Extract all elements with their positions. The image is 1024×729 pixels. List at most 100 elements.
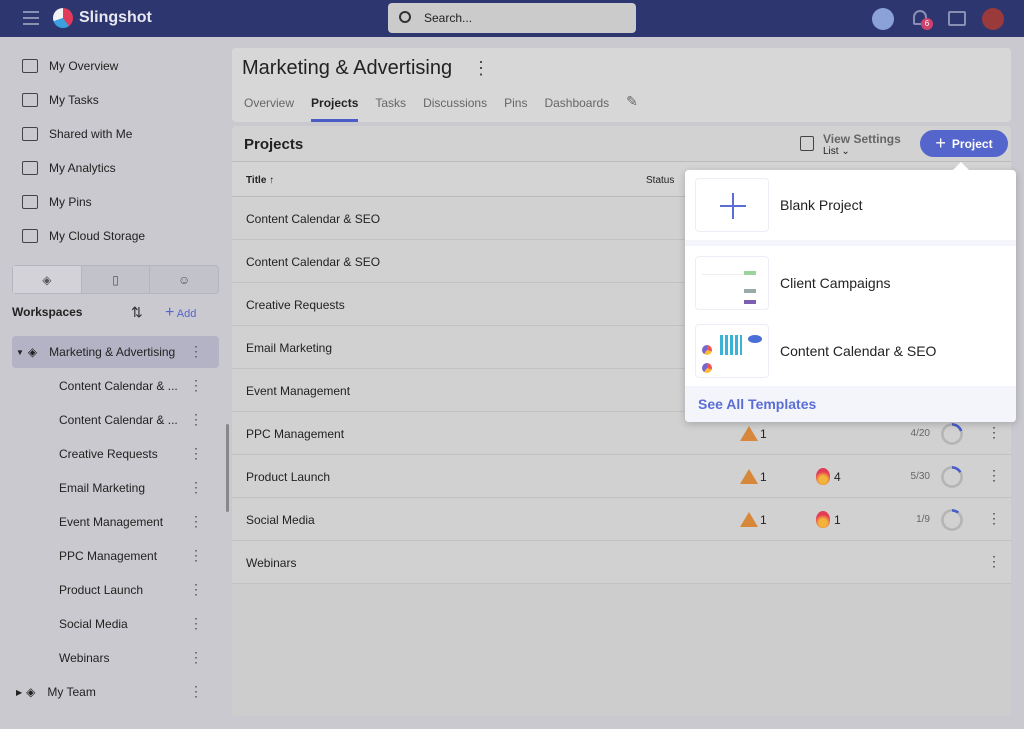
edit-icon[interactable]: ✎: [626, 93, 638, 122]
tab-overview[interactable]: Overview: [244, 96, 294, 122]
sidebar-item[interactable]: My Tasks: [22, 90, 99, 110]
project-title[interactable]: Email Marketing: [246, 341, 332, 355]
menu-icon[interactable]: [23, 11, 39, 25]
sort-icon[interactable]: ⇅: [131, 304, 143, 321]
column-status[interactable]: Status: [646, 175, 674, 186]
project-label: Content Calendar & ...: [59, 379, 178, 393]
section-title: Projects: [244, 136, 304, 153]
sidebar-scrollbar[interactable]: [226, 424, 229, 512]
tab-bookmarks[interactable]: ▯: [82, 266, 151, 293]
project-label: Creative Requests: [59, 447, 158, 461]
project-title[interactable]: Webinars: [246, 556, 296, 570]
project-label: Email Marketing: [59, 481, 146, 495]
more-icon[interactable]: ⋮: [189, 615, 203, 632]
tab-discussions[interactable]: Discussions: [423, 96, 487, 122]
more-icon[interactable]: ⋮: [189, 581, 203, 598]
project-title[interactable]: Content Calendar & SEO: [246, 255, 380, 269]
sidebar-project[interactable]: Webinars ⋮: [12, 642, 219, 674]
tab-people[interactable]: ☺: [150, 266, 218, 293]
plus-icon: [695, 178, 769, 232]
sidebar-project[interactable]: Event Management ⋮: [12, 506, 219, 538]
add-workspace-button[interactable]: + Add: [165, 304, 196, 322]
project-title[interactable]: Content Calendar & SEO: [246, 212, 380, 226]
chat-icon[interactable]: [948, 11, 966, 26]
new-project-dropdown: Blank Project Client Campaigns Content C…: [685, 162, 1016, 422]
more-icon[interactable]: ⋮: [189, 377, 203, 394]
template-thumbnail: [695, 324, 769, 378]
workspace-my-team[interactable]: ▶ ◈ My Team ⋮: [12, 676, 219, 708]
sidebar-item[interactable]: Shared with Me: [22, 124, 132, 144]
row-more-icon[interactable]: ⋮: [987, 510, 1001, 527]
sidebar-item[interactable]: My Analytics: [22, 158, 116, 178]
sidebar-item[interactable]: My Pins: [22, 192, 92, 212]
more-icon[interactable]: ⋮: [189, 479, 203, 496]
more-icon[interactable]: ⋮: [189, 513, 203, 530]
sidebar-project[interactable]: PPC Management ⋮: [12, 540, 219, 572]
workspace-marketing[interactable]: ▼ ◈ Marketing & Advertising ⋮: [12, 336, 219, 368]
sidebar-item[interactable]: My Cloud Storage: [22, 226, 145, 246]
sidebar-project[interactable]: Email Marketing ⋮: [12, 472, 219, 504]
more-icon[interactable]: ⋮: [189, 411, 203, 428]
row-more-icon[interactable]: ⋮: [987, 467, 1001, 484]
warning-count: 1: [760, 513, 767, 527]
row-more-icon[interactable]: ⋮: [987, 424, 1001, 441]
sidebar-project[interactable]: Content Calendar & ... ⋮: [12, 404, 219, 436]
project-title[interactable]: Social Media: [246, 513, 315, 527]
tab-workspaces[interactable]: ◈: [13, 266, 82, 293]
content-calendar-template[interactable]: Content Calendar & SEO: [685, 316, 1016, 386]
progress-ring: [941, 466, 963, 488]
search-input[interactable]: Search...: [388, 3, 636, 33]
more-icon[interactable]: ⋮: [189, 683, 203, 700]
table-row[interactable]: Social Media 1 1 1/9 ⋮: [232, 498, 1011, 541]
sidebar-item-label: My Cloud Storage: [49, 229, 146, 243]
more-icon[interactable]: ⋮: [472, 58, 490, 79]
sidebar-project[interactable]: Social Media ⋮: [12, 608, 219, 640]
see-all-templates-link[interactable]: See All Templates: [685, 386, 1016, 422]
tab-pins[interactable]: Pins: [504, 96, 527, 122]
project-title[interactable]: Event Management: [246, 384, 350, 398]
bot-avatar[interactable]: [872, 8, 894, 30]
blank-project-option[interactable]: Blank Project: [685, 170, 1016, 240]
project-title[interactable]: PPC Management: [246, 427, 344, 441]
tab-tasks[interactable]: Tasks: [375, 96, 406, 122]
bar-chart-icon: [22, 161, 38, 175]
sidebar-project[interactable]: Content Calendar & ... ⋮: [12, 370, 219, 402]
client-campaigns-template[interactable]: Client Campaigns: [685, 248, 1016, 318]
clipboard-check-icon: [22, 93, 38, 107]
progress-ring: [941, 423, 963, 445]
user-avatar[interactable]: [982, 8, 1004, 30]
workspace-label: My Team: [47, 685, 96, 699]
hot-count: 1: [834, 513, 841, 527]
notification-badge: 6: [921, 18, 933, 30]
sidebar-item-label: My Analytics: [49, 161, 116, 175]
view-settings-button[interactable]: View Settings List ⌄: [823, 132, 901, 157]
project-title[interactable]: Creative Requests: [246, 298, 345, 312]
caret-down-icon[interactable]: ▼: [16, 348, 24, 357]
table-row[interactable]: Webinars ⋮: [232, 541, 1011, 584]
list-view-icon[interactable]: [800, 136, 814, 151]
tab-dashboards[interactable]: Dashboards: [544, 96, 609, 122]
sidebar-item[interactable]: My Overview: [22, 56, 118, 76]
pin-icon: [22, 195, 38, 209]
sidebar-item-label: My Pins: [49, 195, 92, 209]
page-title: Marketing & Advertising: [242, 57, 453, 79]
layers-icon: ◈: [27, 345, 38, 359]
project-title[interactable]: Product Launch: [246, 470, 330, 484]
tab-projects[interactable]: Projects: [311, 96, 359, 122]
more-icon[interactable]: ⋮: [189, 547, 203, 564]
sidebar-project[interactable]: Product Launch ⋮: [12, 574, 219, 606]
sidebar-project[interactable]: Creative Requests ⋮: [12, 438, 219, 470]
warning-icon: [740, 512, 758, 527]
more-icon[interactable]: ⋮: [189, 445, 203, 462]
table-row[interactable]: Product Launch 1 4 5/30 ⋮: [232, 455, 1011, 498]
search-placeholder: Search...: [424, 11, 473, 25]
caret-right-icon[interactable]: ▶: [16, 688, 22, 697]
new-project-button[interactable]: + Project: [920, 130, 1008, 157]
search-icon: [399, 11, 411, 23]
more-icon[interactable]: ⋮: [189, 649, 203, 666]
column-title[interactable]: Title ↑: [246, 175, 274, 186]
project-label: Product Launch: [59, 583, 144, 597]
row-more-icon[interactable]: ⋮: [987, 553, 1001, 570]
more-icon[interactable]: ⋮: [189, 343, 203, 360]
layers-icon: ◈: [26, 685, 36, 699]
